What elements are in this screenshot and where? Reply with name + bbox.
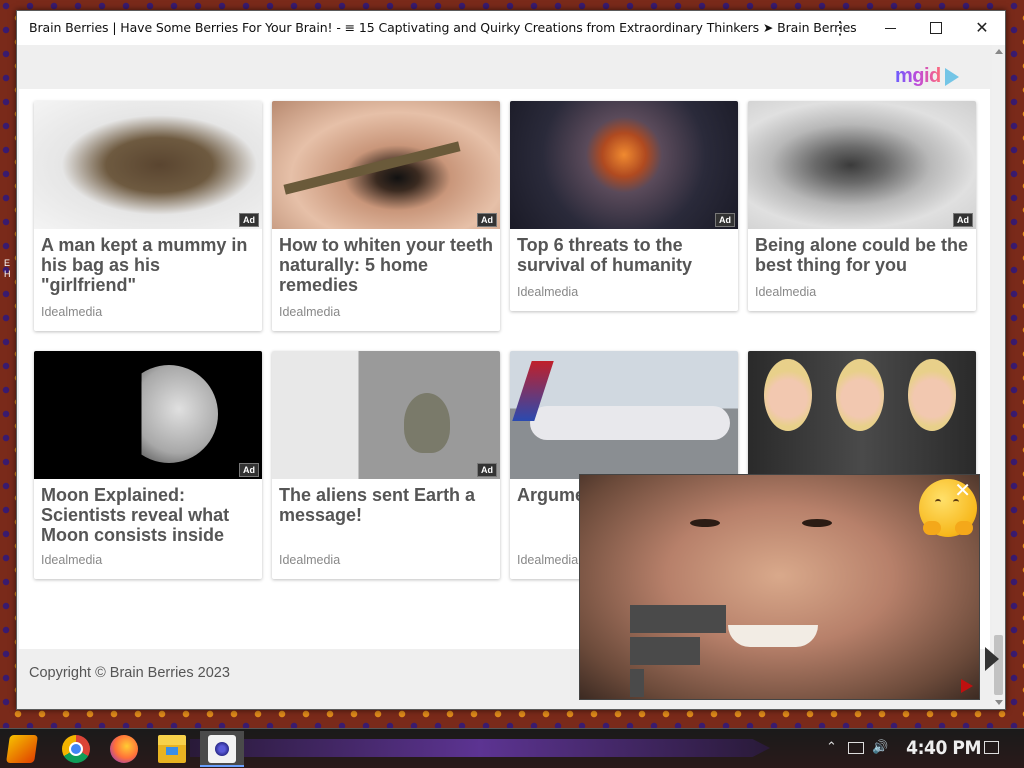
chrome-icon[interactable] <box>62 735 90 763</box>
ad-headline[interactable]: Top 6 threats to the survival of humanit… <box>510 229 738 275</box>
ad-headline[interactable]: Being alone could be the best thing for … <box>748 229 976 275</box>
ad-badge: Ad <box>239 463 259 477</box>
ad-image: Ad <box>272 101 500 229</box>
close-icon[interactable]: ✕ <box>954 478 971 503</box>
taskbar-decoration <box>190 739 770 757</box>
desktop-edge-label: E H <box>4 258 11 279</box>
notifications-icon[interactable] <box>984 741 999 754</box>
ad-source: Idealmedia <box>517 553 579 567</box>
ad-card[interactable]: Ad How to whiten your teeth naturally: 5… <box>272 101 500 331</box>
minimize-button[interactable] <box>867 11 913 45</box>
title-bar[interactable]: Brain Berries | Have Some Berries For Yo… <box>17 11 1005 45</box>
ad-image: Ad <box>748 101 976 229</box>
ad-card[interactable]: Ad A man kept a mummy in his bag as his … <box>34 101 262 331</box>
network-icon[interactable] <box>848 742 864 754</box>
mgid-logo[interactable]: mgid <box>895 65 959 88</box>
video-ad-overlay[interactable]: ✕ <box>579 474 980 700</box>
ad-source: Idealmedia <box>279 553 341 567</box>
video-frame-detail <box>728 625 818 647</box>
ad-source: Idealmedia <box>279 305 341 319</box>
play-icon <box>944 67 959 86</box>
menu-icon[interactable]: ⋮ <box>817 11 863 45</box>
ad-source: Idealmedia <box>41 553 103 567</box>
ad-image: Ad <box>34 351 262 479</box>
start-icon[interactable] <box>6 735 38 763</box>
ad-headline[interactable]: The aliens sent Earth a message! <box>272 479 500 525</box>
video-frame-detail <box>802 519 832 527</box>
red-arrow-icon[interactable] <box>961 679 973 693</box>
brain-berries-icon[interactable] <box>208 735 236 763</box>
chevron-up-icon[interactable]: ⌃ <box>826 739 837 755</box>
ad-image <box>748 351 976 479</box>
video-caption-block <box>630 669 644 697</box>
ad-badge: Ad <box>953 213 973 227</box>
window-title: Brain Berries | Have Some Berries For Yo… <box>29 20 857 35</box>
ad-headline[interactable]: A man kept a mummy in his bag as his "gi… <box>34 229 262 295</box>
taskbar-clock[interactable]: 4:40 PM <box>906 737 981 759</box>
vertical-scrollbar[interactable] <box>992 45 1005 709</box>
ad-headline[interactable]: How to whiten your teeth naturally: 5 ho… <box>272 229 500 295</box>
ad-badge: Ad <box>477 213 497 227</box>
close-button[interactable]: ✕ <box>959 11 1005 45</box>
ad-source: Idealmedia <box>517 285 579 299</box>
ad-card[interactable]: Ad The aliens sent Earth a message! Idea… <box>272 351 500 579</box>
video-caption-block <box>630 605 726 633</box>
ad-image: Ad <box>272 351 500 479</box>
mouse-cursor-icon <box>985 647 999 671</box>
ad-badge: Ad <box>239 213 259 227</box>
maximize-button[interactable] <box>913 11 959 45</box>
ad-source: Idealmedia <box>755 285 817 299</box>
ad-card[interactable]: Ad Being alone could be the best thing f… <box>748 101 976 311</box>
ad-image <box>510 351 738 479</box>
ad-card[interactable]: Ad Top 6 threats to the survival of huma… <box>510 101 738 311</box>
ad-image: Ad <box>34 101 262 229</box>
ad-image: Ad <box>510 101 738 229</box>
firefox-icon[interactable] <box>110 735 138 763</box>
ad-headline[interactable]: Moon Explained: Scientists reveal what M… <box>34 479 262 545</box>
taskbar: ⌃ 🔊 4:40 PM <box>0 728 1024 768</box>
mgid-logo-text: mgid <box>895 65 941 87</box>
scroll-up-icon[interactable] <box>995 49 1003 54</box>
ad-card[interactable]: Ad Moon Explained: Scientists reveal wha… <box>34 351 262 579</box>
video-caption-block <box>630 637 700 665</box>
ad-badge: Ad <box>477 463 497 477</box>
file-explorer-icon[interactable] <box>158 735 186 763</box>
scroll-down-icon[interactable] <box>995 700 1003 705</box>
copyright-text: Copyright © Brain Berries 2023 <box>29 665 230 681</box>
ad-source: Idealmedia <box>41 305 103 319</box>
ad-badge: Ad <box>715 213 735 227</box>
volume-icon[interactable]: 🔊 <box>872 739 888 755</box>
video-frame-detail <box>690 519 720 527</box>
